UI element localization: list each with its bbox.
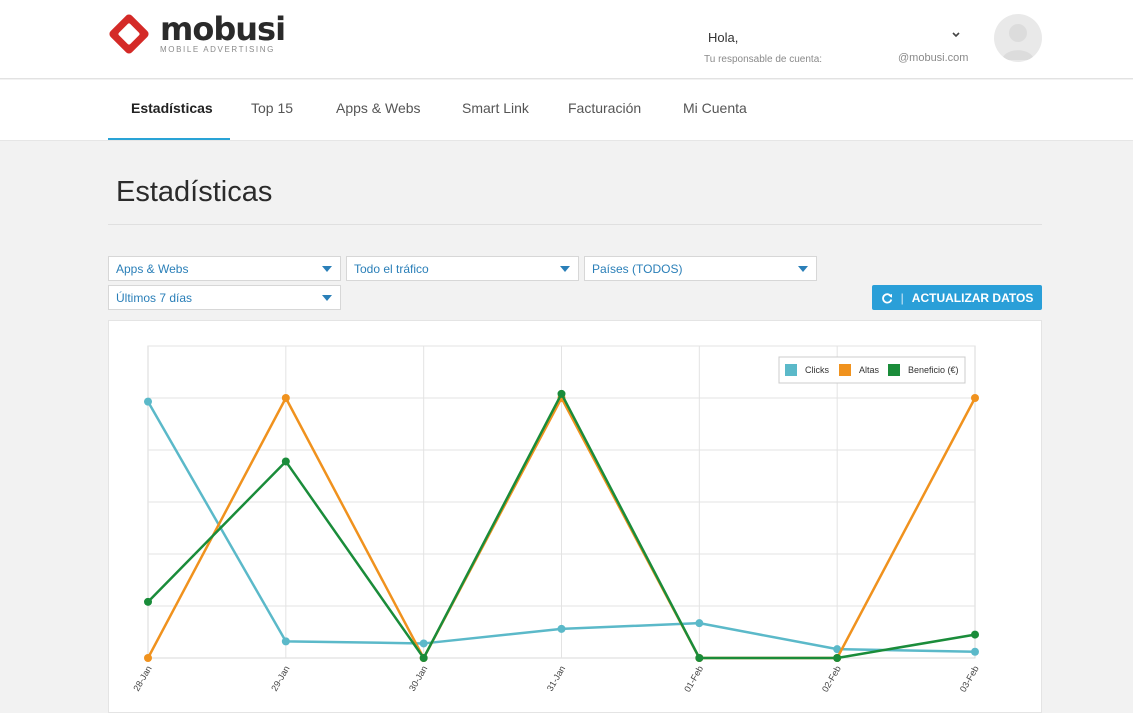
data-point (971, 394, 979, 402)
data-point (695, 654, 704, 662)
tab-top-15[interactable]: Top 15 (251, 100, 293, 116)
greeting-text: Hola, (708, 30, 739, 45)
data-point (144, 397, 152, 406)
top-header: mobusi MOBILE ADVERTISING Hola, Tu respo… (0, 0, 1133, 79)
stats-line-chart: 28-Jan 29-Jan 30-Jan 31-Jan 01-Feb 02-Feb 03-F… (131, 345, 981, 694)
data-point (281, 457, 290, 466)
data-point (419, 654, 428, 662)
caret-down-icon (322, 295, 332, 301)
avatar[interactable] (994, 14, 1042, 62)
brand-name: mobusi (160, 9, 286, 48)
update-data-button-label: ACTUALIZAR DATOS (911, 290, 1034, 305)
tab-mi-cuenta[interactable]: Mi Cuenta (683, 100, 747, 116)
data-point (144, 597, 152, 606)
data-point (833, 654, 842, 662)
period-select[interactable]: Últimos 7 días (108, 285, 341, 310)
logo-mark-icon (108, 13, 150, 55)
data-point (557, 624, 566, 633)
page-title: Estadísticas (116, 176, 273, 208)
x-tick-label: 30-Jan (407, 664, 429, 693)
account-email: @mobusi.com (898, 52, 969, 64)
data-point (695, 619, 704, 628)
stats-chart-panel: 28-Jan 29-Jan 30-Jan 31-Jan 01-Feb 02-Feb 03-F… (108, 320, 1042, 713)
period-select-value: Últimos 7 días (116, 291, 193, 305)
traffic-select-value: Todo el tráfico (354, 262, 429, 276)
x-tick-label: 01-Feb (682, 664, 705, 694)
x-tick-label: 02-Feb (820, 664, 843, 694)
chevron-down-icon[interactable] (951, 30, 961, 42)
traffic-select[interactable]: Todo el tráfico (346, 256, 579, 281)
data-point (281, 394, 290, 402)
tab-estadisticas[interactable]: Estadísticas (131, 100, 213, 116)
legend-swatch (839, 364, 851, 376)
legend-swatch (888, 364, 900, 376)
active-tab-indicator (108, 138, 230, 140)
countries-select-value: Países (TODOS) (592, 262, 683, 276)
caret-down-icon (560, 266, 570, 272)
refresh-icon (881, 292, 892, 303)
button-separator: | (900, 290, 904, 305)
x-tick-label: 29-Jan (269, 664, 291, 693)
data-point (557, 389, 566, 398)
apps-webs-select-value: Apps & Webs (116, 262, 189, 276)
brand-logo[interactable]: mobusi MOBILE ADVERTISING (108, 9, 286, 55)
brand-tagline: MOBILE ADVERTISING (160, 44, 275, 54)
x-tick-label: 03-Feb (958, 664, 981, 694)
x-tick-label: 31-Jan (545, 664, 567, 693)
account-manager-label: Tu responsable de cuenta: (704, 54, 823, 65)
legend-label: Clicks (805, 365, 829, 375)
tab-facturacion[interactable]: Facturación (568, 100, 641, 116)
data-point (281, 637, 290, 646)
data-point (971, 647, 979, 656)
data-point (144, 654, 152, 662)
apps-webs-select[interactable]: Apps & Webs (108, 256, 341, 281)
caret-down-icon (798, 266, 808, 272)
update-data-button[interactable]: | ACTUALIZAR DATOS (872, 285, 1042, 310)
caret-down-icon (322, 266, 332, 272)
legend-label: Altas (859, 365, 880, 375)
main-nav: Estadísticas Top 15 Apps & Webs Smart Li… (0, 80, 1133, 141)
tab-apps-webs[interactable]: Apps & Webs (336, 100, 421, 116)
countries-select[interactable]: Países (TODOS) (584, 256, 817, 281)
data-point (971, 630, 979, 639)
legend-label: Beneficio (€) (908, 365, 959, 375)
legend-swatch (785, 364, 797, 376)
title-divider (108, 224, 1042, 225)
x-tick-label: 28-Jan (131, 664, 153, 693)
tab-smart-link[interactable]: Smart Link (462, 100, 529, 116)
data-point (419, 639, 428, 648)
